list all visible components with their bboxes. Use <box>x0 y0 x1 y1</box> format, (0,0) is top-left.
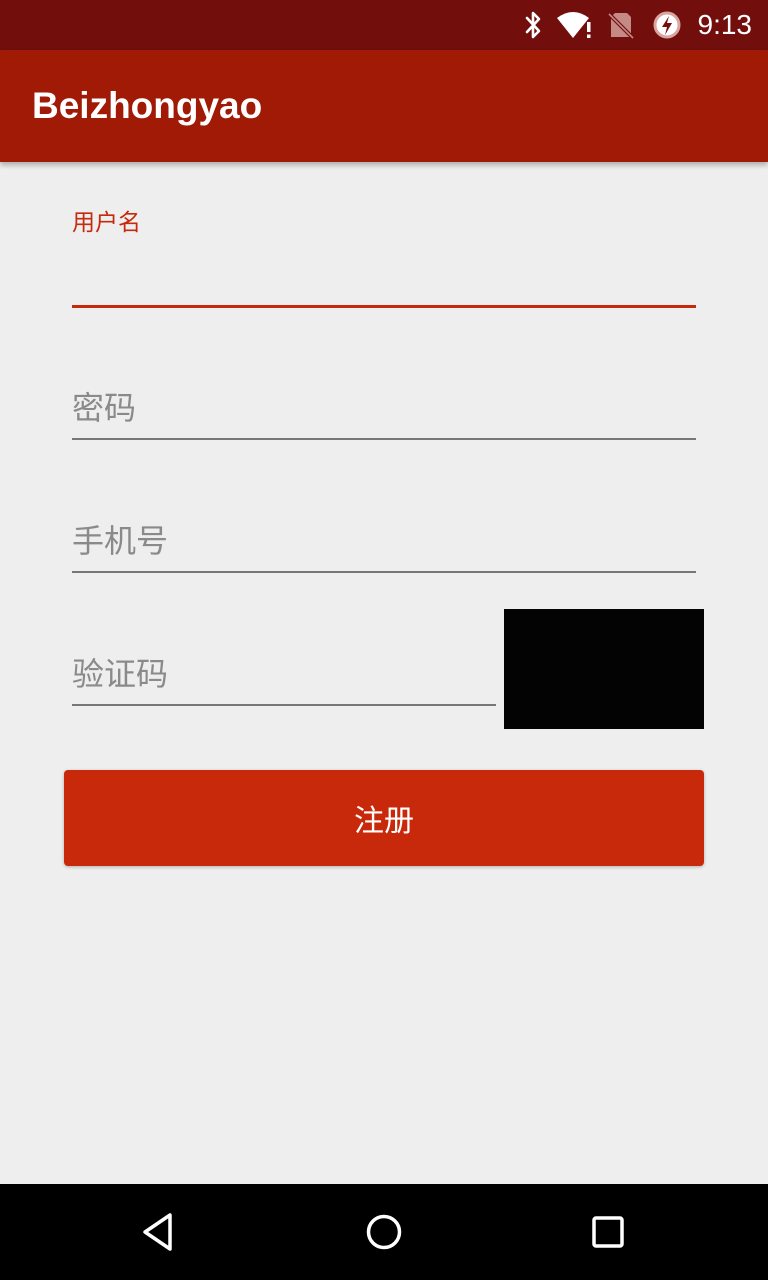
password-input[interactable] <box>72 382 696 434</box>
phone-field[interactable] <box>72 511 696 575</box>
username-label: 用户名 <box>72 210 141 236</box>
password-field[interactable] <box>72 378 696 442</box>
status-bar: 9:13 <box>0 0 768 50</box>
bluetooth-icon <box>525 11 541 39</box>
no-sim-icon <box>607 12 635 40</box>
app-title: Beizhongyao <box>32 85 263 126</box>
password-underline <box>72 438 696 440</box>
captcha-underline <box>72 704 496 706</box>
wifi-alert-icon <box>557 12 591 38</box>
recents-icon[interactable] <box>584 1208 632 1256</box>
captcha-field[interactable] <box>72 644 496 708</box>
phone-underline <box>72 571 696 573</box>
register-button[interactable]: 注册 <box>64 770 704 866</box>
battery-saver-icon <box>653 11 681 39</box>
username-underline <box>72 305 696 308</box>
captcha-input[interactable] <box>72 648 496 700</box>
username-field[interactable] <box>72 244 696 310</box>
app-bar: Beizhongyao <box>0 50 768 162</box>
phone-input[interactable] <box>72 515 696 567</box>
back-icon[interactable] <box>136 1208 184 1256</box>
home-icon[interactable] <box>360 1208 408 1256</box>
captcha-image[interactable] <box>504 609 704 729</box>
status-time: 9:13 <box>697 9 753 40</box>
username-input[interactable] <box>72 252 696 300</box>
nav-bar <box>0 1184 768 1280</box>
